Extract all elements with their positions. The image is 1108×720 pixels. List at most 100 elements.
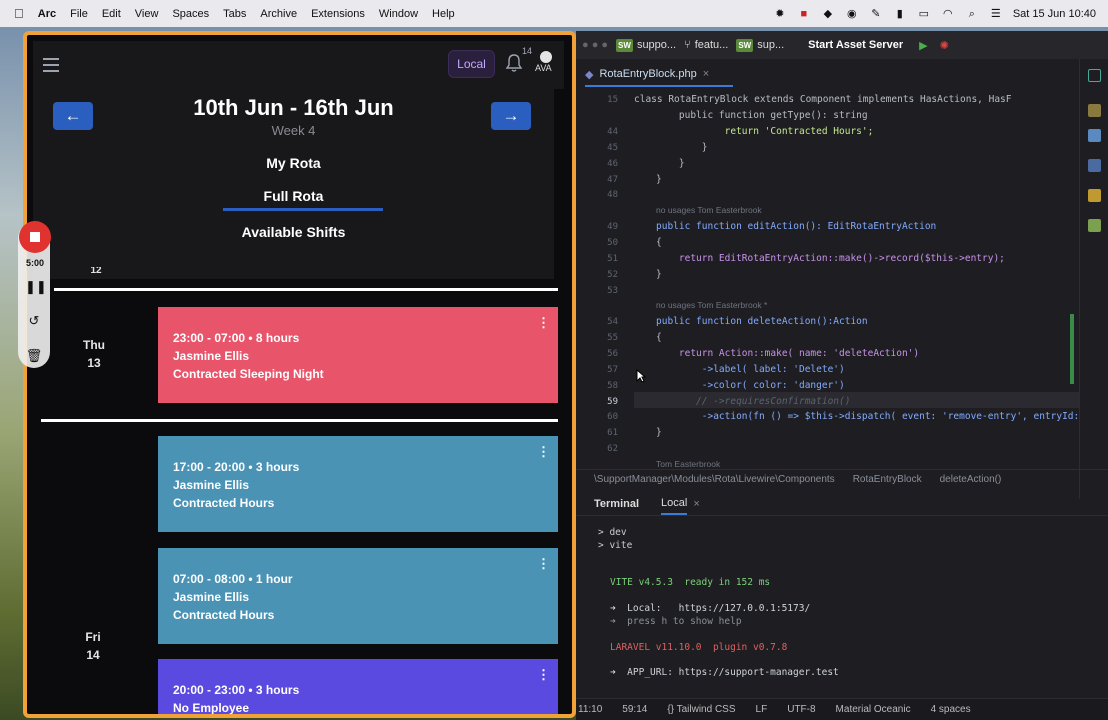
- code-usage-hint: no usages Tom Easterbrook *: [656, 300, 768, 310]
- menu-spaces[interactable]: Spaces: [172, 8, 209, 20]
- app-topbar: Local 14 AVA: [33, 41, 564, 89]
- menu-view[interactable]: View: [135, 8, 159, 20]
- line-ending[interactable]: LF: [756, 704, 768, 715]
- branch-tab[interactable]: ⑂ featu...: [684, 39, 728, 51]
- status-icon-3[interactable]: ◉: [845, 8, 859, 20]
- avatar[interactable]: AVA: [535, 49, 559, 77]
- day-number: 14: [86, 648, 100, 662]
- tool-icon[interactable]: [1088, 69, 1101, 82]
- tab-available-shifts[interactable]: Available Shifts: [33, 224, 554, 240]
- battery-icon[interactable]: ▭: [917, 8, 931, 20]
- line-number: 48: [607, 190, 618, 200]
- code-line: ->color( color: 'danger'): [656, 380, 845, 391]
- start-asset-server-button[interactable]: Start Asset Server: [808, 39, 903, 51]
- breadcrumb-method[interactable]: deleteAction(): [940, 474, 1002, 485]
- line-number: 49: [607, 222, 618, 232]
- notification-count: 14: [522, 46, 533, 56]
- line-number: 51: [607, 254, 618, 264]
- tool-icon[interactable]: [1088, 219, 1101, 232]
- tab-my-rota[interactable]: My Rota: [33, 155, 554, 171]
- line-number: 45: [607, 143, 618, 153]
- more-options-icon[interactable]: ⋮: [537, 443, 550, 461]
- shift-card[interactable]: 17:00 - 20:00 • 3 hours Jasmine Ellis Co…: [158, 436, 558, 532]
- status-bar: 11:10 59:14 {} Tailwind CSS LF UTF-8 Mat…: [576, 698, 1108, 720]
- bell-icon[interactable]: [505, 53, 523, 73]
- window-controls-icon[interactable]: ● ● ●: [582, 39, 608, 51]
- pause-icon[interactable]: ❚❚: [25, 279, 47, 295]
- control-center-icon[interactable]: ☰: [989, 8, 1003, 20]
- php-file-icon: ◆: [585, 68, 594, 81]
- terminal-line: ➜ APP_URL: https://support-manager.test: [610, 667, 839, 678]
- breadcrumb-class[interactable]: RotaEntryBlock: [853, 474, 922, 485]
- project-tab-2[interactable]: SW sup...: [736, 38, 784, 52]
- environment-badge: Local: [448, 50, 495, 78]
- menu-app-name[interactable]: Arc: [38, 8, 56, 20]
- code-line: ->label( label: 'Delete'): [656, 364, 845, 375]
- stop-icon: [30, 232, 40, 242]
- terminal-header: Terminal Local ×: [576, 492, 1108, 516]
- language-mode[interactable]: {} Tailwind CSS: [667, 704, 735, 715]
- tab-full-rota[interactable]: Full Rota: [33, 188, 554, 204]
- theme-name[interactable]: Material Oceanic: [836, 704, 911, 715]
- menubar-clock: Sat 15 Jun 10:40: [1012, 7, 1096, 20]
- terminal-tab-local[interactable]: Local: [661, 493, 688, 515]
- file-tab[interactable]: ◆ RotaEntryBlock.php ×: [585, 63, 733, 87]
- status-icon-1[interactable]: ■: [797, 8, 811, 20]
- indent-setting[interactable]: 4 spaces: [931, 704, 971, 715]
- menu-tabs[interactable]: Tabs: [223, 8, 246, 20]
- more-options-icon[interactable]: ⋮: [537, 314, 550, 332]
- rota-header: ← → 10th Jun - 16th Jun Week 4 My Rota F…: [33, 89, 554, 279]
- trash-icon[interactable]: 🗑: [25, 348, 43, 364]
- code-line: }: [656, 269, 662, 280]
- status-icon-2[interactable]: ◆: [821, 8, 835, 20]
- shift-card[interactable]: 20:00 - 23:00 • 3 hours No Employee ⋮: [158, 659, 558, 715]
- terminal-line: > vite: [598, 540, 633, 551]
- line-number: 50: [607, 238, 618, 248]
- status-item[interactable]: 11:10: [578, 704, 602, 715]
- code-area[interactable]: 15 class RotaEntryBlock extends Componen…: [576, 89, 1102, 469]
- tool-icon[interactable]: [1088, 159, 1101, 172]
- menu-extensions[interactable]: Extensions: [311, 8, 365, 20]
- file-encoding[interactable]: UTF-8: [787, 704, 815, 715]
- breadcrumb: \SupportManager\Modules\Rota\Livewire\Co…: [576, 469, 1108, 489]
- database-icon[interactable]: [1088, 104, 1101, 117]
- close-terminal-tab-icon[interactable]: ×: [693, 498, 699, 510]
- shift-type: Contracted Sleeping Night: [173, 367, 324, 381]
- project-badge: SW: [616, 38, 633, 52]
- shift-card[interactable]: 23:00 - 07:00 • 8 hours Jasmine Ellis Co…: [158, 307, 558, 403]
- run-icon[interactable]: ▶: [919, 39, 927, 52]
- menu-help[interactable]: Help: [432, 8, 455, 20]
- day-label-thu: Thu 13: [72, 336, 116, 372]
- restart-icon[interactable]: ↺: [25, 313, 43, 329]
- terminal-line: > dev: [598, 527, 627, 538]
- more-options-icon[interactable]: ⋮: [537, 666, 550, 684]
- menu-file[interactable]: File: [70, 8, 88, 20]
- project-tab[interactable]: SW suppo...: [616, 38, 676, 52]
- wifi-icon[interactable]: ◠: [941, 8, 955, 20]
- breadcrumb-namespace[interactable]: \SupportManager\Modules\Rota\Livewire\Co…: [594, 474, 835, 485]
- code-line: }: [656, 427, 662, 438]
- date-range-title: 10th Jun - 16th Jun: [193, 95, 394, 120]
- shift-card[interactable]: 07:00 - 08:00 • 1 hour Jasmine Ellis Con…: [158, 548, 558, 644]
- scrollbar-marker[interactable]: [1070, 314, 1074, 384]
- more-options-icon[interactable]: ⋮: [537, 555, 550, 573]
- shift-employee: No Employee: [173, 701, 250, 715]
- close-tab-icon[interactable]: ×: [703, 68, 709, 80]
- pin-icon[interactable]: ✎: [869, 8, 883, 20]
- hamburger-menu-icon[interactable]: [43, 58, 59, 72]
- apple-icon[interactable]: : [14, 6, 24, 21]
- status-icon-4[interactable]: ▮: [893, 8, 907, 20]
- menu-archive[interactable]: Archive: [260, 8, 297, 20]
- terminal-output[interactable]: > dev > vite VITE v4.5.3 ready in 152 ms…: [576, 519, 1108, 693]
- recording-timer: 5:00: [25, 258, 44, 268]
- tool-icon[interactable]: [1088, 129, 1101, 142]
- tool-icon[interactable]: [1088, 189, 1101, 202]
- menu-window[interactable]: Window: [379, 8, 418, 20]
- cursor-position[interactable]: 59:14: [622, 704, 647, 715]
- line-number: 53: [607, 286, 618, 296]
- line-number: 52: [607, 270, 618, 280]
- menu-edit[interactable]: Edit: [102, 8, 121, 20]
- gear-icon[interactable]: ✹: [773, 8, 787, 20]
- debug-icon[interactable]: ✺: [940, 39, 949, 52]
- search-icon[interactable]: ⌕: [965, 8, 979, 20]
